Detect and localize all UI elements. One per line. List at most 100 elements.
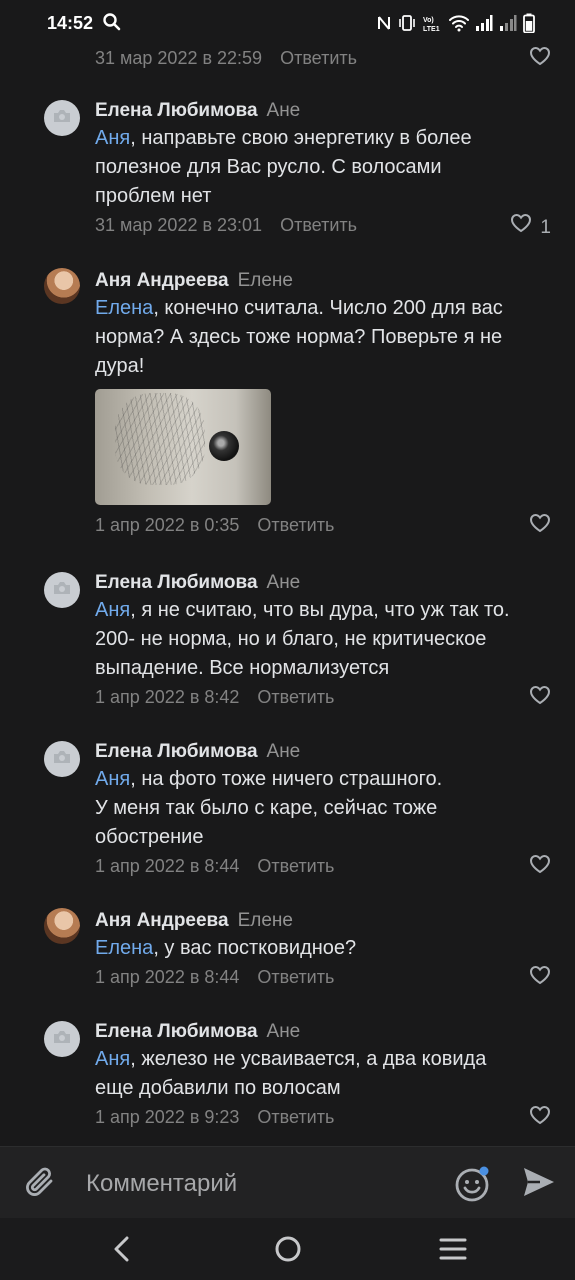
like-button[interactable] <box>529 965 551 994</box>
system-nav-bar <box>0 1218 575 1280</box>
heart-icon <box>529 685 551 714</box>
camera-icon <box>53 109 71 128</box>
reply-to-name: Ане <box>266 100 301 121</box>
avatar[interactable] <box>44 572 80 608</box>
mention-link[interactable]: Аня <box>95 1048 130 1070</box>
heart-icon <box>510 213 532 242</box>
comment-footer: 1 апр 2022 в 8:44 Ответить <box>95 963 551 991</box>
comment-text: Аня, железо не усваивается, а два ковида… <box>95 1045 551 1103</box>
photo-content <box>115 393 205 485</box>
search-icon <box>102 12 122 37</box>
paperclip-icon[interactable] <box>24 1165 58 1206</box>
like-button[interactable] <box>529 1105 551 1134</box>
mention-link[interactable]: Елена <box>95 937 153 959</box>
comment-meta: Аня Андреева Елене <box>95 908 551 934</box>
reply-button[interactable]: Ответить <box>257 856 334 876</box>
comment-text-body: , на фото тоже ничего страшного. У меня … <box>95 768 443 848</box>
like-button[interactable] <box>529 513 551 542</box>
reply-button[interactable]: Ответить <box>280 48 357 68</box>
comment-footer: 31 мар 2022 в 22:59 Ответить <box>95 44 551 72</box>
comment-text-body: , конечно считала. Число 200 для вас нор… <box>95 297 503 377</box>
screen: 14:52 Vo) LTE1 31 мар 2022 в 22:59 Ответит… <box>0 0 575 1280</box>
comment-author[interactable]: Елена Любимова <box>95 572 258 593</box>
heart-icon <box>529 1105 551 1134</box>
comment-meta: Елена Любимова Ане <box>95 1019 551 1045</box>
nfc-icon <box>377 14 391 32</box>
comment-input-bar <box>0 1146 575 1219</box>
comment-meta: Елена Любимова Ане <box>95 739 551 765</box>
comment-text: Елена, у вас постковидное? <box>95 934 551 963</box>
vibrate-icon <box>397 14 417 32</box>
like-button[interactable] <box>529 685 551 714</box>
heart-icon <box>529 854 551 883</box>
comment-author[interactable]: Елена Любимова <box>95 100 258 121</box>
home-icon[interactable] <box>274 1235 302 1268</box>
mention-link[interactable]: Аня <box>95 599 130 621</box>
avatar[interactable] <box>44 1021 80 1057</box>
emoji-icon[interactable] <box>455 1165 493 1208</box>
comment-text-body: , я не считаю, что вы дура, что уж так т… <box>95 599 510 679</box>
photo-content-drain <box>209 431 239 461</box>
comment-date: 1 апр 2022 в 8:44 <box>95 856 240 876</box>
comment-date: 1 апр 2022 в 9:23 <box>95 1107 240 1127</box>
comment-text: Аня, направьте свою энергетику в более п… <box>95 124 551 211</box>
comment-author[interactable]: Елена Любимова <box>95 1021 258 1042</box>
comment-date: 1 апр 2022 в 0:35 <box>95 515 240 535</box>
comment-meta: Елена Любимова Ане <box>95 570 551 596</box>
reply-to-name: Ане <box>266 1021 301 1042</box>
reply-button[interactable]: Ответить <box>257 515 334 535</box>
comment-footer: 1 апр 2022 в 8:44 Ответить <box>95 852 551 880</box>
camera-icon <box>53 750 71 769</box>
reply-button[interactable]: Ответить <box>257 1107 334 1127</box>
comment-author[interactable]: Аня Андреева <box>95 270 229 291</box>
comment-meta: Елена Любимова Ане <box>95 98 551 124</box>
mention-link[interactable]: Елена <box>95 297 153 319</box>
volte-icon: Vo) LTE1 <box>423 14 443 32</box>
comment-text-body: , железо не усваивается, а два ковида ещ… <box>95 1048 487 1099</box>
like-button[interactable] <box>529 46 551 75</box>
reply-button[interactable]: Ответить <box>280 215 357 235</box>
comment-date: 31 мар 2022 в 23:01 <box>95 215 263 235</box>
mention-link[interactable]: Аня <box>95 127 130 149</box>
send-icon[interactable] <box>522 1166 556 1203</box>
comment-text-body: , направьте свою энергетику в более поле… <box>95 127 472 207</box>
like-button[interactable]: 1 <box>510 213 551 242</box>
reply-button[interactable]: Ответить <box>257 967 334 987</box>
battery-icon <box>523 13 535 33</box>
reply-to-name: Ане <box>266 741 301 762</box>
recents-icon[interactable] <box>439 1237 467 1266</box>
avatar[interactable] <box>44 268 80 304</box>
reply-to-name: Ане <box>266 572 301 593</box>
heart-icon <box>529 46 551 75</box>
like-count: 1 <box>540 216 551 238</box>
signal-icon-2 <box>499 14 517 32</box>
comment-date: 1 апр 2022 в 8:42 <box>95 687 240 707</box>
comment-feed[interactable]: 31 мар 2022 в 22:59 Ответить Елена Любимо… <box>0 40 575 1146</box>
reply-button[interactable]: Ответить <box>257 687 334 707</box>
svg-text:Vo): Vo) <box>423 17 434 24</box>
comment-footer: 31 мар 2022 в 23:01 Ответить 1 <box>95 211 551 239</box>
avatar[interactable] <box>44 741 80 777</box>
heart-icon <box>529 965 551 994</box>
comment-text: Аня, я не считаю, что вы дура, что уж та… <box>95 596 551 683</box>
comment-text: Елена, конечно считала. Число 200 для ва… <box>95 294 551 381</box>
comment-footer: 1 апр 2022 в 0:35 Ответить <box>95 511 551 539</box>
photo-attachment[interactable] <box>95 389 271 505</box>
comment-text: Аня, на фото тоже ничего страшного. У ме… <box>95 765 551 852</box>
camera-icon <box>53 581 71 600</box>
comment-input[interactable] <box>84 1165 428 1203</box>
like-button[interactable] <box>529 854 551 883</box>
comment-text-body: , у вас постковидное? <box>153 937 357 959</box>
heart-icon <box>529 513 551 542</box>
avatar[interactable] <box>44 100 80 136</box>
comment-footer: 1 апр 2022 в 9:23 Ответить <box>95 1103 551 1131</box>
signal-icon <box>475 14 493 32</box>
reply-to-name: Елене <box>237 910 293 931</box>
status-time: 14:52 <box>47 13 94 33</box>
comment-meta: Аня Андреева Елене <box>95 268 551 294</box>
comment-author[interactable]: Елена Любимова <box>95 741 258 762</box>
back-icon[interactable] <box>110 1236 134 1267</box>
avatar[interactable] <box>44 908 80 944</box>
comment-author[interactable]: Аня Андреева <box>95 910 229 931</box>
mention-link[interactable]: Аня <box>95 768 130 790</box>
